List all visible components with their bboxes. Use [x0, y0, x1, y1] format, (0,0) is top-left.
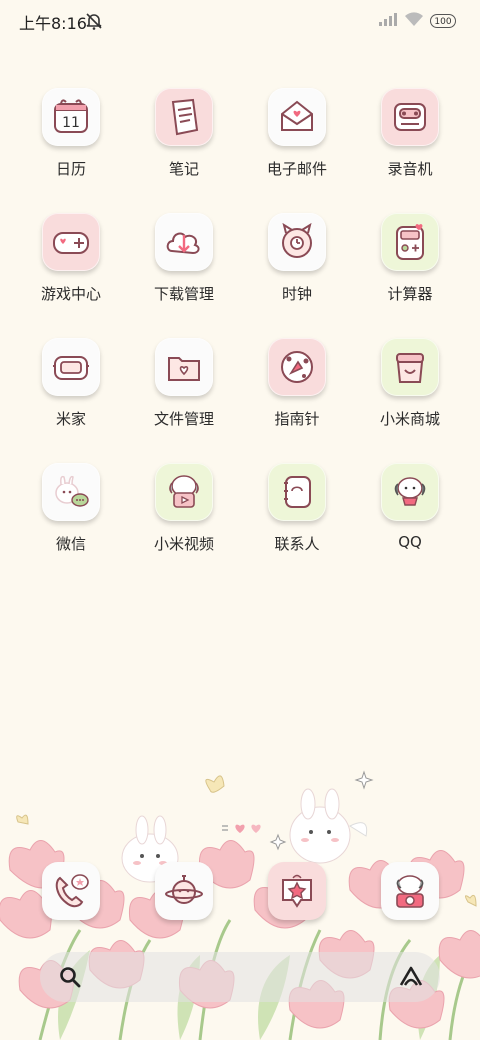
app-wechat[interactable]: 微信 — [15, 463, 127, 575]
contacts-icon[interactable] — [268, 463, 326, 521]
app-label: QQ — [398, 533, 422, 551]
app-label: 小米视频 — [153, 535, 214, 553]
app-file-manager[interactable]: 文件管理 — [128, 338, 240, 450]
status-bar: 上午8:16 100 — [0, 0, 480, 40]
app-qq[interactable]: QQ — [354, 463, 466, 575]
download-icon[interactable] — [155, 213, 213, 271]
wifi-icon — [404, 11, 424, 30]
calculator-icon[interactable] — [381, 213, 439, 271]
status-indicators: 100 — [378, 11, 456, 30]
app-mijia[interactable]: 米家 — [15, 338, 127, 450]
mute-bell-icon — [84, 11, 104, 35]
app-label: 联系人 — [274, 535, 320, 553]
app-label: 微信 — [55, 535, 86, 553]
mail-icon[interactable] — [268, 88, 326, 146]
app-clock[interactable]: 时钟 — [241, 213, 353, 325]
app-calculator[interactable]: 计算器 — [354, 213, 466, 325]
ai-assistant-icon[interactable] — [398, 965, 424, 993]
phone-icon[interactable] — [42, 862, 100, 920]
app-label: 小米商城 — [379, 410, 440, 428]
browser-icon[interactable] — [155, 862, 213, 920]
qq-icon[interactable] — [381, 463, 439, 521]
video-icon[interactable] — [155, 463, 213, 521]
signal-icon — [378, 11, 398, 30]
search-icon[interactable] — [58, 965, 82, 993]
app-mail[interactable]: 电子邮件 — [241, 88, 353, 200]
messages-icon[interactable] — [268, 862, 326, 920]
app-recorder[interactable]: 录音机 — [354, 88, 466, 200]
wechat-icon[interactable] — [42, 463, 100, 521]
app-compass[interactable]: 指南针 — [241, 338, 353, 450]
gamepad-icon[interactable] — [42, 213, 100, 271]
app-label: 米家 — [55, 410, 86, 428]
battery-icon: 100 — [430, 13, 456, 28]
app-label: 时钟 — [281, 285, 312, 303]
folder-icon[interactable] — [155, 338, 213, 396]
camera-icon[interactable] — [381, 862, 439, 920]
app-mi-video[interactable]: 小米视频 — [128, 463, 240, 575]
app-contacts[interactable]: 联系人 — [241, 463, 353, 575]
app-mi-store[interactable]: 小米商城 — [354, 338, 466, 450]
app-game-center[interactable]: 游戏中心 — [15, 213, 127, 325]
app-downloads[interactable]: 下载管理 — [128, 213, 240, 325]
mijia-icon[interactable] — [42, 338, 100, 396]
shop-icon[interactable] — [381, 338, 439, 396]
app-label: 录音机 — [387, 160, 433, 178]
clock-icon[interactable] — [268, 213, 326, 271]
app-calendar[interactable]: 11 日历 — [15, 88, 127, 200]
calendar-date: 11 — [62, 115, 80, 131]
app-label: 电子邮件 — [266, 160, 327, 178]
app-label: 游戏中心 — [40, 285, 101, 303]
app-label: 下载管理 — [153, 285, 214, 303]
app-label: 笔记 — [168, 160, 199, 178]
status-time: 上午8:16 — [19, 14, 87, 33]
app-label: 指南针 — [274, 410, 320, 428]
app-notes[interactable]: 笔记 — [128, 88, 240, 200]
notes-icon[interactable] — [155, 88, 213, 146]
app-label: 文件管理 — [153, 410, 214, 428]
recorder-icon[interactable] — [381, 88, 439, 146]
search-bar[interactable] — [40, 952, 440, 1002]
calendar-icon[interactable]: 11 — [42, 88, 100, 146]
app-label: 日历 — [55, 160, 86, 178]
app-label: 计算器 — [387, 285, 433, 303]
compass-icon[interactable] — [268, 338, 326, 396]
